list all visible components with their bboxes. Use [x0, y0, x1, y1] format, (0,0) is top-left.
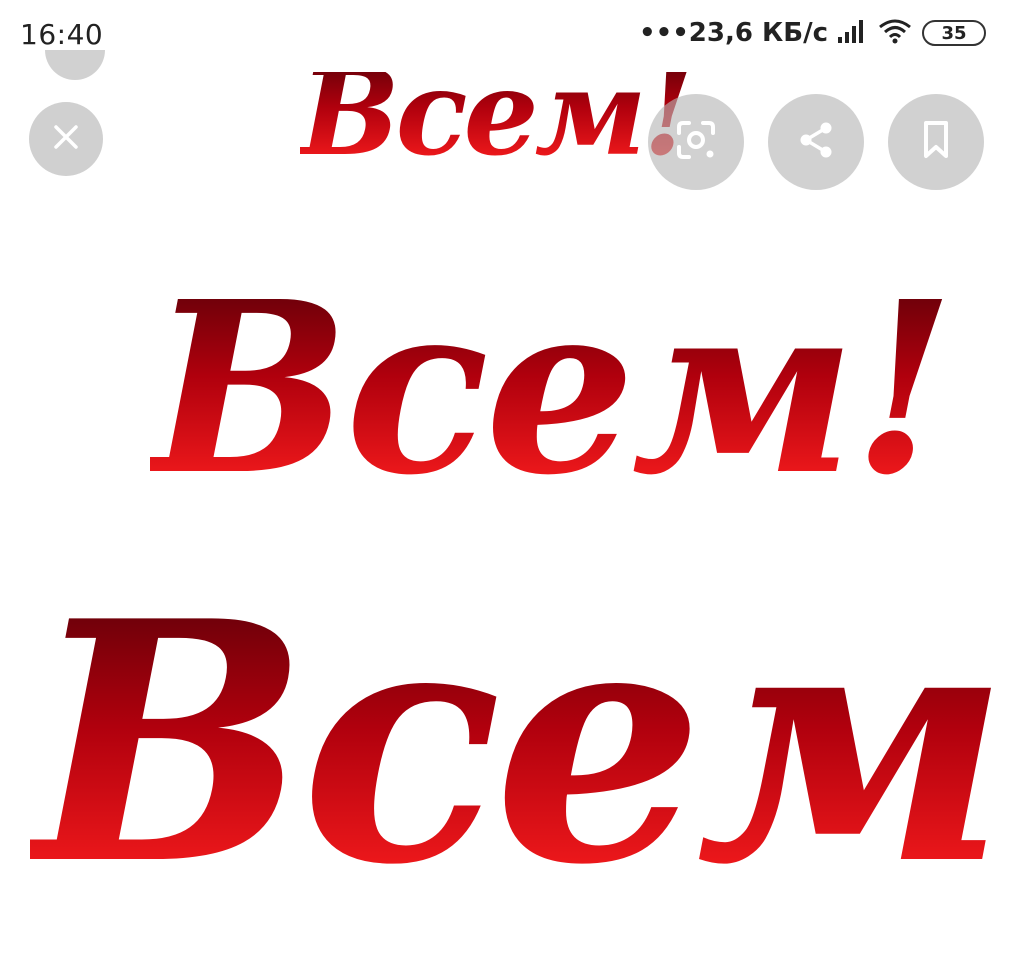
status-time: 16:40 — [20, 18, 104, 51]
bookmark-icon — [916, 118, 956, 166]
close-button[interactable] — [29, 102, 103, 176]
lens-search-button[interactable] — [648, 94, 744, 190]
battery-indicator: 35 — [922, 20, 986, 46]
image-text-bottom: Всем! — [30, 578, 1024, 908]
share-icon — [794, 118, 838, 166]
close-icon — [51, 122, 81, 156]
image-text-middle: Всем! — [150, 249, 955, 527]
signal-icon — [838, 19, 868, 47]
share-button[interactable] — [768, 94, 864, 190]
network-speed: •••23,6 КБ/с — [638, 18, 828, 48]
status-bar: 16:40 •••23,6 КБ/с 35 — [0, 0, 1024, 72]
wifi-icon — [878, 18, 912, 48]
bookmark-button[interactable] — [888, 94, 984, 190]
lens-icon — [673, 117, 719, 167]
screen: Всем! Всем! Всем! 16:40 •••23,6 КБ/с — [0, 0, 1024, 977]
status-indicators: •••23,6 КБ/с 35 — [639, 18, 986, 48]
image-viewer[interactable]: Всем! Всем! Всем! — [0, 0, 1024, 977]
